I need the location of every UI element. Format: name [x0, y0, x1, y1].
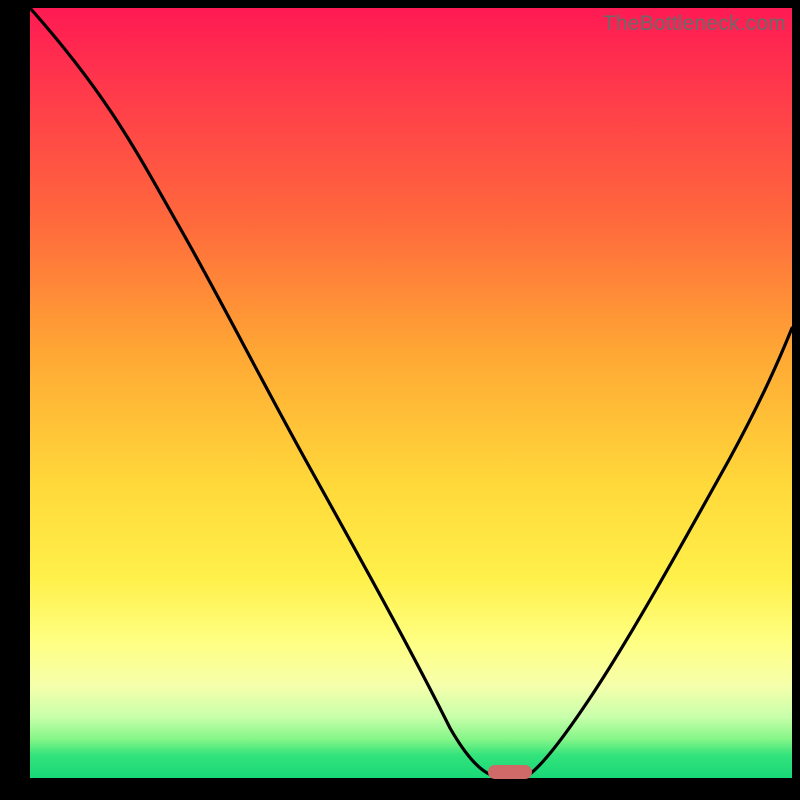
right-curve	[527, 328, 792, 776]
plot-area: TheBottleneck.com	[30, 8, 792, 778]
chart-frame: TheBottleneck.com	[0, 0, 800, 800]
left-curve	[30, 8, 495, 776]
curve-layer	[30, 8, 792, 778]
bottleneck-marker	[488, 765, 532, 779]
watermark-text: TheBottleneck.com	[603, 12, 786, 36]
